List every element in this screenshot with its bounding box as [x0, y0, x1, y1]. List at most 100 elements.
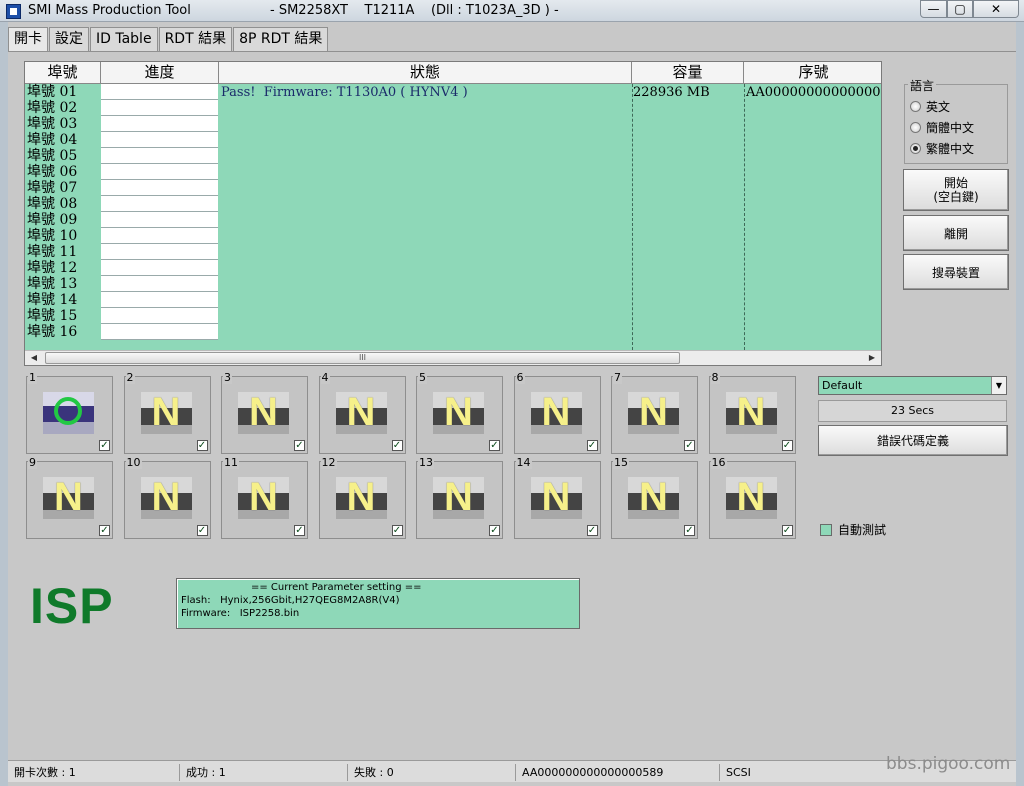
port-tile[interactable]: 15 N ✓ — [611, 456, 698, 539]
status-none-icon: N — [725, 390, 777, 434]
port-cell[interactable]: 埠號 16 — [25, 324, 100, 340]
port-tile[interactable]: 9 N ✓ — [26, 456, 113, 539]
port-cell[interactable]: 埠號 05 — [25, 148, 100, 164]
status-interface: SCSI — [726, 766, 751, 779]
port-cell[interactable]: 埠號 14 — [25, 292, 100, 308]
close-button[interactable]: ✕ — [973, 0, 1019, 18]
port-number: 11 — [223, 456, 239, 469]
checkbox-checked-icon[interactable]: ✓ — [781, 525, 793, 536]
ring-icon — [54, 397, 82, 425]
profile-dropdown[interactable]: Default ▼ — [818, 376, 1007, 395]
port-tile[interactable]: 13 N ✓ — [416, 456, 503, 539]
port-tile[interactable]: 6 N ✓ — [513, 371, 601, 454]
header-progress[interactable]: 進度 — [101, 62, 219, 83]
column-divider — [632, 84, 633, 350]
checkbox-checked-icon[interactable]: ✓ — [391, 440, 403, 451]
tab-id-table[interactable]: ID Table — [90, 27, 158, 51]
port-tile[interactable]: 5 N ✓ — [416, 371, 503, 454]
search-device-button[interactable]: 搜尋裝置 — [903, 254, 1009, 290]
port-cell[interactable]: 埠號 10 — [25, 228, 100, 244]
checkbox-checked-icon[interactable]: ✓ — [99, 525, 110, 536]
checkbox-checked-icon[interactable]: ✓ — [586, 525, 598, 536]
radio-traditional-chinese[interactable]: 繁體中文 — [910, 140, 974, 156]
port-cell[interactable]: 埠號 08 — [25, 196, 100, 212]
checkbox-checked-icon[interactable]: ✓ — [684, 525, 695, 536]
checkbox-checked-icon[interactable]: ✓ — [684, 440, 695, 451]
port-tile[interactable]: 14 N ✓ — [513, 456, 601, 539]
chevron-down-icon[interactable]: ▼ — [991, 377, 1006, 394]
checkbox-checked-icon[interactable]: ✓ — [781, 440, 793, 451]
checkbox-checked-icon[interactable]: ✓ — [294, 440, 305, 451]
minimize-button[interactable]: — — [920, 0, 947, 18]
checkbox-checked-icon[interactable]: ✓ — [489, 440, 500, 451]
horizontal-scrollbar[interactable]: ◀ III ▶ — [25, 350, 881, 365]
radio-simplified-chinese[interactable]: 簡體中文 — [910, 119, 974, 135]
checkbox-checked-icon[interactable]: ✓ — [294, 525, 305, 536]
radio-selected-icon[interactable] — [910, 142, 921, 154]
radio-english[interactable]: 英文 — [910, 98, 950, 114]
parameter-title: == Current Parameter setting == — [251, 582, 422, 593]
port-tile[interactable]: 7 N ✓ — [611, 371, 698, 454]
port-cell[interactable]: 埠號 09 — [25, 212, 100, 228]
error-code-definition-button[interactable]: 錯誤代碼定義 — [818, 425, 1008, 456]
progress-cell — [101, 228, 218, 244]
port-cell[interactable]: 埠號 04 — [25, 132, 100, 148]
port-cell[interactable]: 埠號 11 — [25, 244, 100, 260]
status-none-icon: N — [238, 390, 289, 434]
port-tile[interactable]: 2 N ✓ — [123, 371, 211, 454]
port-tile[interactable]: 16 N ✓ — [708, 456, 796, 539]
tab-rdt-result[interactable]: RDT 結果 — [158, 27, 233, 51]
checkbox-checked-icon[interactable]: ✓ — [489, 525, 500, 536]
header-status[interactable]: 狀態 — [219, 62, 632, 83]
port-cell[interactable]: 埠號 06 — [25, 164, 100, 180]
port-tile[interactable]: 4 N ✓ — [318, 371, 406, 454]
checkbox-checked-icon[interactable]: ✓ — [586, 440, 598, 451]
port-tile[interactable]: 12 N ✓ — [318, 456, 406, 539]
port-tile[interactable]: 8 N ✓ — [708, 371, 796, 454]
header-port[interactable]: 埠號 — [25, 62, 101, 83]
progress-cell — [101, 212, 218, 228]
port-cell[interactable]: 埠號 15 — [25, 308, 100, 324]
header-serial[interactable]: 序號 — [744, 62, 881, 83]
checkbox-checked-icon[interactable]: ✓ — [391, 525, 403, 536]
table-body: 埠號 01 埠號 02 埠號 03 埠號 04 埠號 05 埠號 06 埠號 07 埠號 08… — [25, 84, 881, 350]
scroll-thumb[interactable]: III — [45, 352, 680, 364]
header-capacity[interactable]: 容量 — [632, 62, 744, 83]
status-none-icon: N — [140, 390, 192, 434]
radio-icon[interactable] — [910, 100, 921, 112]
start-button[interactable]: 開始 (空白鍵) — [903, 169, 1009, 211]
port-cell[interactable]: 埠號 13 — [25, 276, 100, 292]
status-none-icon: N — [238, 475, 289, 519]
port-state: N — [639, 475, 668, 519]
leave-button[interactable]: 離開 — [903, 215, 1009, 251]
maximize-button[interactable]: ▢ — [947, 0, 973, 18]
port-number: 7 — [613, 371, 622, 384]
port-cell[interactable]: 埠號 12 — [25, 260, 100, 276]
checkbox-icon[interactable] — [820, 523, 832, 536]
tab-8p-rdt-result[interactable]: 8P RDT 結果 — [233, 27, 329, 51]
port-cell[interactable]: 埠號 02 — [25, 100, 100, 116]
port-cell[interactable]: 埠號 03 — [25, 116, 100, 132]
auto-test-checkbox[interactable]: 自動測試 — [820, 521, 886, 538]
scroll-left-icon[interactable]: ◀ — [27, 352, 41, 364]
checkbox-checked-icon[interactable]: ✓ — [99, 440, 110, 451]
tab-open-card[interactable]: 開卡 — [8, 27, 48, 52]
tab-settings[interactable]: 設定 — [49, 27, 89, 51]
status-none-icon: N — [335, 475, 387, 519]
port-state: N — [249, 390, 278, 434]
radio-icon[interactable] — [910, 121, 921, 133]
port-tile[interactable]: 3 N ✓ — [221, 371, 308, 454]
port-state: N — [249, 475, 278, 519]
progress-cell — [101, 196, 218, 212]
port-tile[interactable]: 10 N ✓ — [123, 456, 211, 539]
port-cell[interactable]: 埠號 01 — [25, 84, 100, 100]
port-tile[interactable]: 11 N ✓ — [221, 456, 308, 539]
port-tile[interactable]: 1 ✓ — [26, 371, 113, 454]
status-serial: AA000000000000000589 — [518, 764, 720, 781]
scroll-right-icon[interactable]: ▶ — [865, 352, 879, 364]
progress-cell — [101, 244, 218, 260]
checkbox-checked-icon[interactable]: ✓ — [196, 525, 208, 536]
port-cell[interactable]: 埠號 07 — [25, 180, 100, 196]
progress-cell — [101, 260, 218, 276]
checkbox-checked-icon[interactable]: ✓ — [196, 440, 208, 451]
